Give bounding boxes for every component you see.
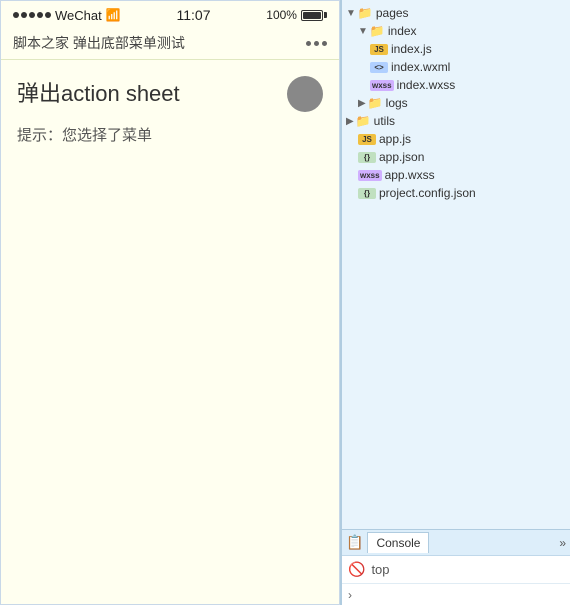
chevron-down-icon: ▼ — [346, 8, 356, 19]
status-right: 100% — [266, 8, 327, 22]
console-tab-icon: 📋 — [346, 534, 363, 551]
sidebar-item-index-wxml[interactable]: <> index.wxml — [342, 58, 570, 76]
sidebar-item-index-wxss[interactable]: wxss index.wxss — [342, 76, 570, 94]
file-label-index-wxss: index.wxss — [397, 78, 456, 92]
js-file-icon: JS — [370, 44, 388, 55]
file-tree: ▼ 📁 pages ▼ 📁 index JS index.js <> index… — [342, 0, 570, 529]
folder-label-utils: utils — [374, 114, 395, 128]
folder-label-index: index — [388, 24, 417, 38]
wxss-file-icon: wxss — [358, 170, 382, 181]
hint-text: 提示：您选择了菜单 — [17, 124, 323, 145]
console-tab-bar: 📋 Console » — [342, 529, 570, 555]
sidebar-item-pages[interactable]: ▼ 📁 pages — [342, 4, 570, 22]
folder-label-logs: logs — [386, 96, 408, 110]
battery-icon — [301, 10, 327, 21]
json-file-icon: {} — [358, 188, 376, 199]
nav-bar: 脚本之家 弹出底部菜单测试 — [1, 27, 339, 60]
expand-icon[interactable]: » — [559, 536, 566, 550]
signal-icon — [13, 12, 51, 18]
status-left: WeChat 📶 — [13, 8, 121, 23]
right-panel: ▼ 📁 pages ▼ 📁 index JS index.js <> index… — [340, 0, 570, 605]
wifi-icon: 📶 — [106, 8, 121, 22]
no-entry-icon: 🚫 — [348, 561, 365, 578]
chevron-right-icon: ▶ — [346, 116, 354, 127]
sidebar-item-app-wxss[interactable]: wxss app.wxss — [342, 166, 570, 184]
folder-icon: 📁 — [358, 6, 373, 20]
js-file-icon: JS — [358, 134, 376, 145]
time-display: 11:07 — [176, 7, 210, 23]
folder-icon: 📁 — [370, 24, 385, 38]
file-label-index-wxml: index.wxml — [391, 60, 450, 74]
sidebar-item-app-js[interactable]: JS app.js — [342, 130, 570, 148]
phone-simulator: WeChat 📶 11:07 100% 脚本之家 弹出底部菜单测试 弹出acti… — [0, 0, 340, 605]
tab-console[interactable]: Console — [367, 532, 429, 553]
console-input-area: 🚫 top — [342, 555, 570, 583]
sidebar-item-project-config[interactable]: {} project.config.json — [342, 184, 570, 202]
circle-button[interactable] — [287, 76, 323, 112]
file-label-index-js: index.js — [391, 42, 432, 56]
right-chevron-icon[interactable]: › — [348, 588, 352, 602]
sidebar-item-app-json[interactable]: {} app.json — [342, 148, 570, 166]
xml-file-icon: <> — [370, 62, 388, 73]
chevron-down-icon: ▼ — [358, 26, 368, 37]
carrier-label: WeChat — [55, 8, 102, 23]
folder-icon: 📁 — [356, 114, 371, 128]
status-bar: WeChat 📶 11:07 100% — [1, 1, 339, 27]
folder-label-pages: pages — [376, 6, 409, 20]
nav-title: 脚本之家 弹出底部菜单测试 — [13, 33, 185, 53]
battery-pct-label: 100% — [266, 8, 297, 22]
nav-menu-dots[interactable] — [306, 41, 327, 46]
action-title: 弹出action sheet — [17, 76, 323, 108]
sidebar-item-logs[interactable]: ▶ 📁 logs — [342, 94, 570, 112]
chevron-right-icon: ▶ — [358, 98, 366, 109]
expand-arrow-row: › — [342, 583, 570, 605]
file-label-app-wxss: app.wxss — [385, 168, 435, 182]
json-file-icon: {} — [358, 152, 376, 163]
sidebar-item-index-js[interactable]: JS index.js — [342, 40, 570, 58]
file-label-app-json: app.json — [379, 150, 424, 164]
folder-icon: 📁 — [368, 96, 383, 110]
sidebar-item-utils[interactable]: ▶ 📁 utils — [342, 112, 570, 130]
phone-content: 弹出action sheet 提示：您选择了菜单 — [1, 60, 339, 604]
sidebar-item-index[interactable]: ▼ 📁 index — [342, 22, 570, 40]
console-input-text[interactable]: top — [371, 562, 389, 577]
wxss-file-icon: wxss — [370, 80, 394, 91]
file-label-app-js: app.js — [379, 132, 411, 146]
file-label-project-config: project.config.json — [379, 186, 476, 200]
